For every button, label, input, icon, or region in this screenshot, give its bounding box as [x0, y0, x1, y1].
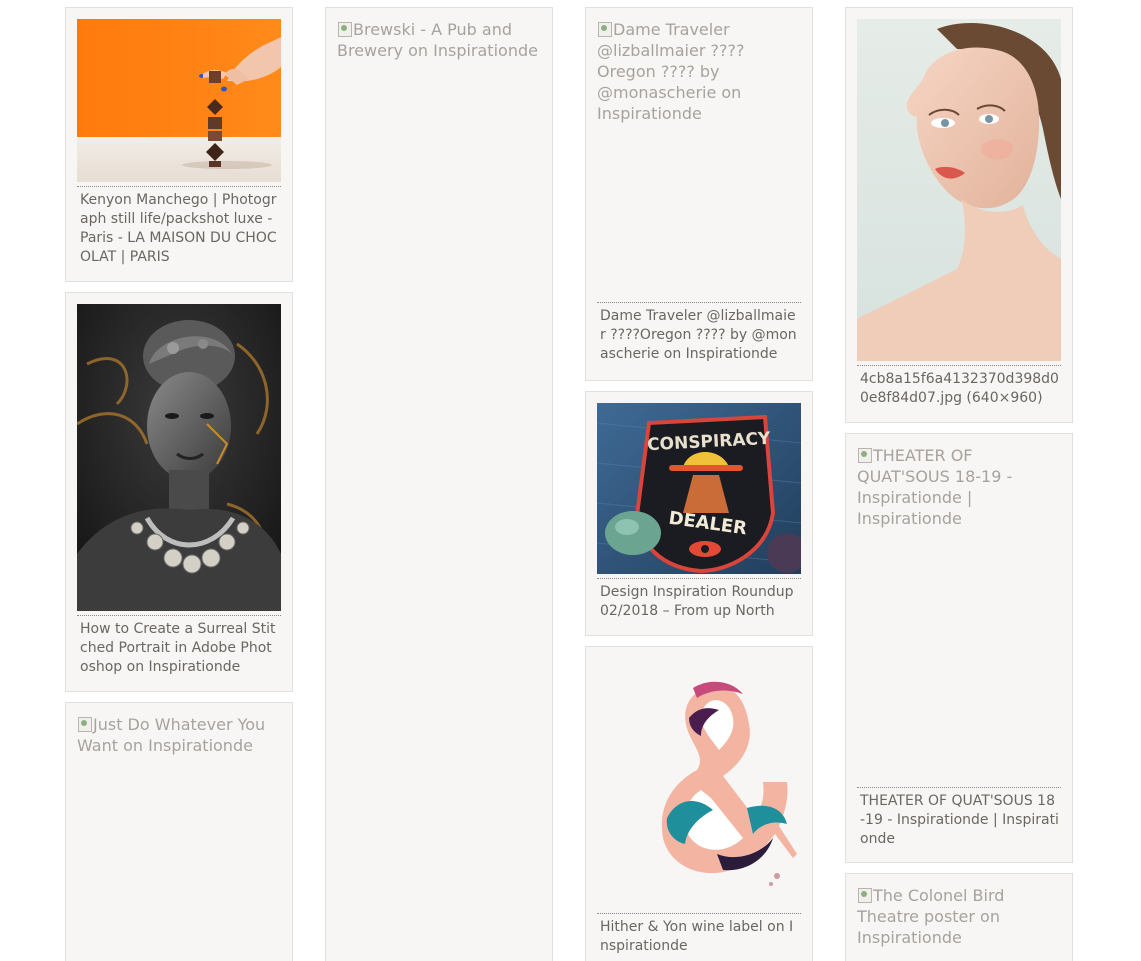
pin-wall: Kenyon Manchego | Photograph still life/… — [0, 0, 1141, 961]
pin-image-conspiracy-patch[interactable]: CONSPIRACY DEALER — [597, 403, 801, 574]
pin-caption[interactable]: THEATER OF QUAT'SOUS 18-19 - Inspiration… — [857, 787, 1061, 849]
pin-card[interactable]: 4cb8a15f6a4132370d398d00e8f84d07.jpg (64… — [845, 7, 1073, 423]
broken-image-icon — [857, 447, 873, 463]
broken-image[interactable]: THEATER OF QUAT'SOUS 18-19 - Inspiration… — [857, 445, 1061, 783]
broken-image-icon — [597, 21, 613, 37]
pin-image-ampersand[interactable] — [597, 658, 801, 909]
pin-caption[interactable]: Hither & Yon wine label on Inspirationde — [597, 913, 801, 956]
broken-image-icon — [857, 887, 873, 903]
pin-card[interactable]: Brewski - A Pub and Brewery on Inspirati… — [325, 7, 553, 961]
pin-image-beauty-portrait[interactable] — [857, 19, 1061, 361]
broken-image[interactable]: Dame Traveler @lizballmaier ????Oregon ?… — [597, 19, 801, 298]
pin-caption[interactable]: Design Inspiration Roundup 02/2018 – Fro… — [597, 578, 801, 621]
pin-caption[interactable]: Kenyon Manchego | Photograph still life/… — [77, 186, 281, 267]
pin-caption[interactable]: Dame Traveler @lizballmaier ????Oregon ?… — [597, 302, 801, 364]
pin-image-chocolate-stack[interactable] — [77, 19, 281, 182]
pin-caption[interactable]: How to Create a Surreal Stitched Portrai… — [77, 615, 281, 677]
pin-card[interactable]: Just Do Whatever You Want on Inspiration… — [65, 702, 293, 961]
pin-card[interactable]: Dame Traveler @lizballmaier ????Oregon ?… — [585, 7, 813, 381]
pin-caption[interactable]: 4cb8a15f6a4132370d398d00e8f84d07.jpg (64… — [857, 365, 1061, 408]
pin-card[interactable]: THEATER OF QUAT'SOUS 18-19 - Inspiration… — [845, 433, 1073, 863]
pin-card[interactable]: Hither & Yon wine label on Inspirationde — [585, 646, 813, 961]
broken-image[interactable]: Brewski - A Pub and Brewery on Inspirati… — [337, 19, 541, 61]
image-alt-text: THEATER OF QUAT'SOUS 18-19 - Inspiration… — [857, 446, 1013, 528]
broken-image-icon — [77, 716, 93, 732]
image-alt-wrapper: Dame Traveler @lizballmaier ????Oregon ?… — [597, 19, 801, 124]
broken-image[interactable]: The Colonel Bird Theatre poster on Inspi… — [857, 885, 1061, 948]
pin-image-surreal-portrait[interactable] — [77, 304, 281, 611]
image-alt-text: Just Do Whatever You Want on Inspiration… — [77, 715, 266, 755]
image-alt-text: The Colonel Bird Theatre poster on Inspi… — [857, 886, 1005, 947]
pin-card[interactable]: Kenyon Manchego | Photograph still life/… — [65, 7, 293, 282]
image-alt-wrapper: THEATER OF QUAT'SOUS 18-19 - Inspiration… — [857, 445, 1061, 529]
image-alt-text: Dame Traveler @lizballmaier ????Oregon ?… — [597, 20, 745, 123]
image-alt-text: Brewski - A Pub and Brewery on Inspirati… — [337, 20, 538, 60]
pin-card[interactable]: CONSPIRACY DEALER Design Inspiration Rou… — [585, 391, 813, 636]
broken-image[interactable]: Just Do Whatever You Want on Inspiration… — [77, 714, 281, 756]
pin-card[interactable]: The Colonel Bird Theatre poster on Inspi… — [845, 873, 1073, 961]
broken-image-icon — [337, 21, 353, 37]
pin-card[interactable]: How to Create a Surreal Stitched Portrai… — [65, 292, 293, 692]
